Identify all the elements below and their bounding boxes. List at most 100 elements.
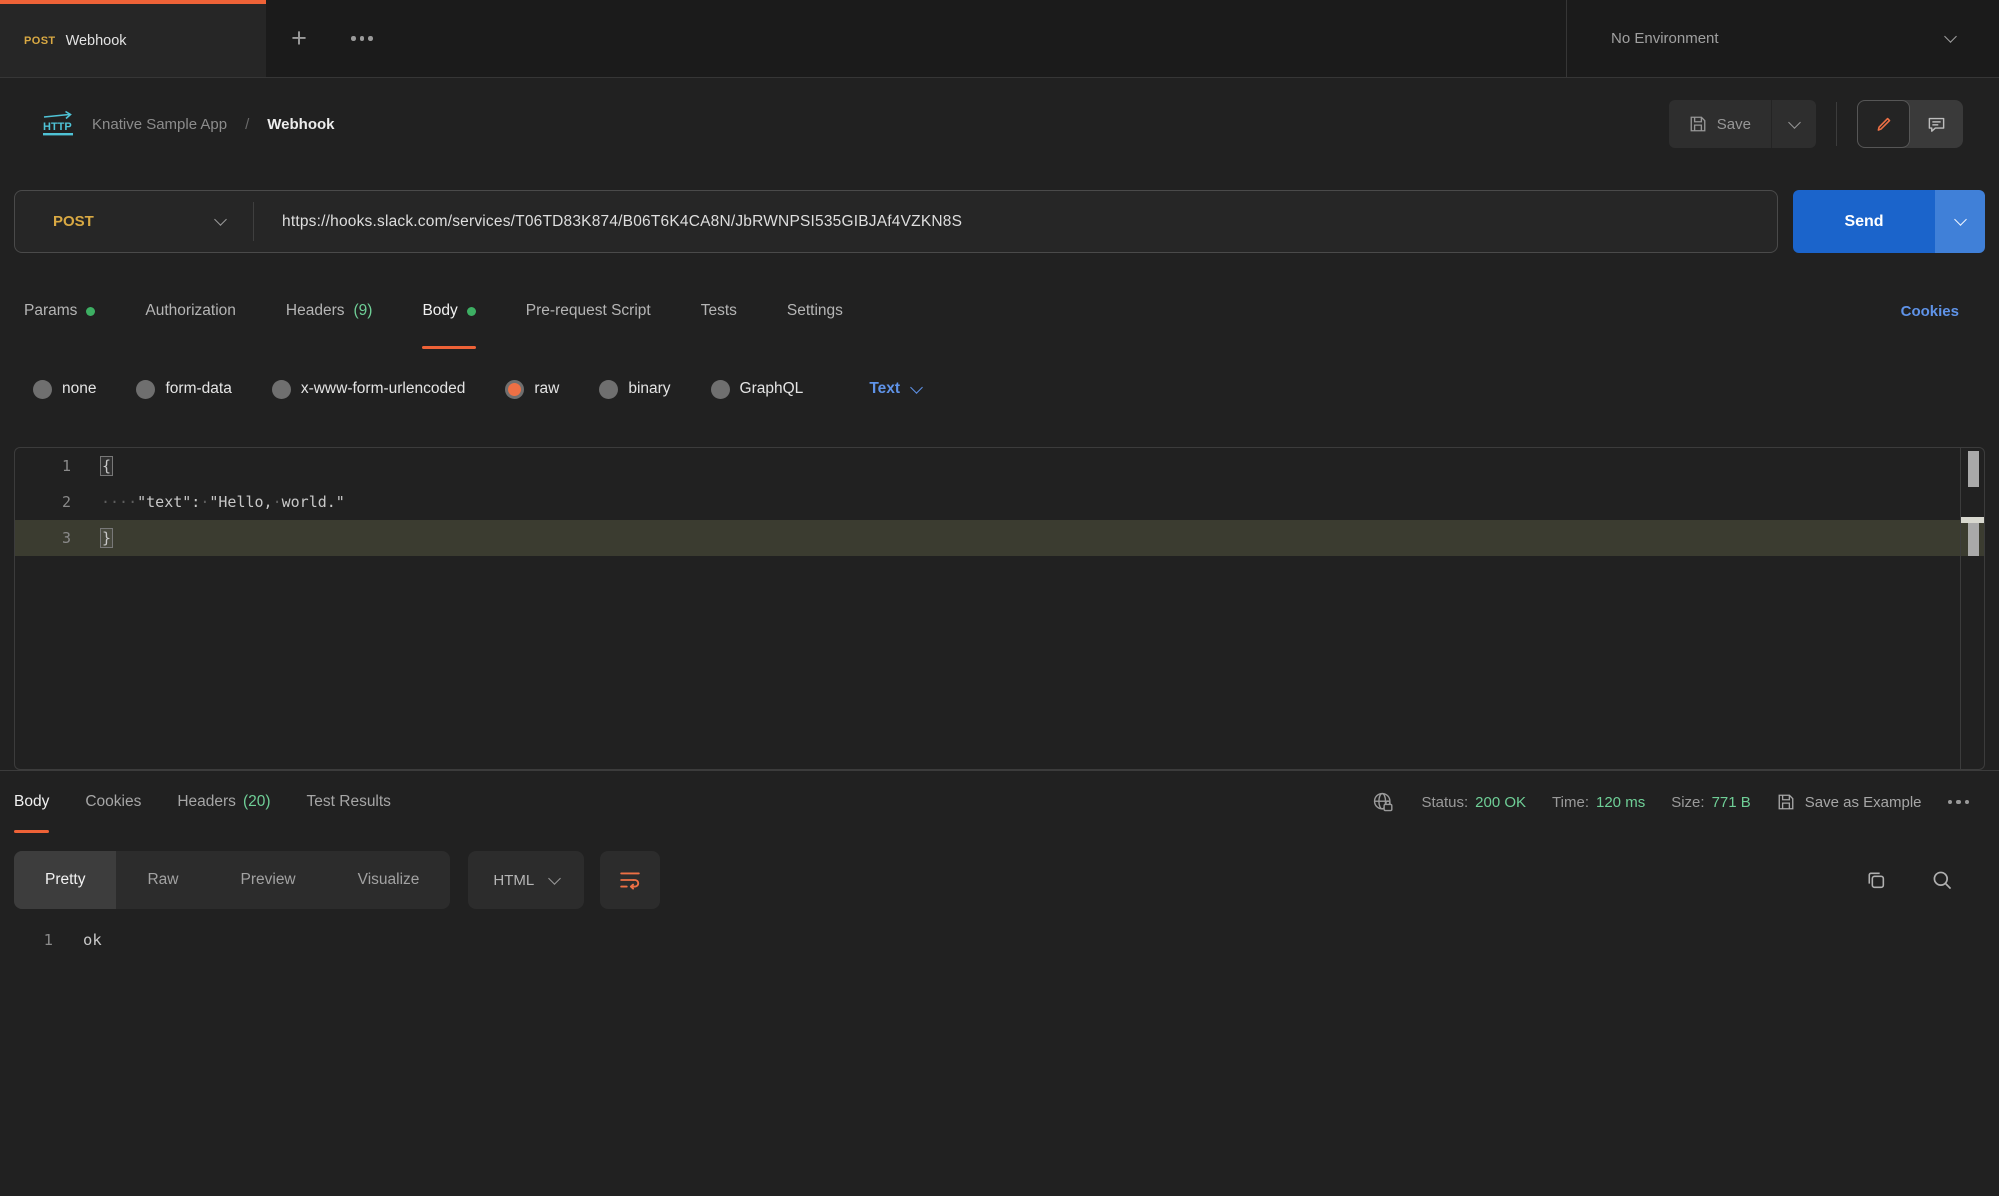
status-label: Status:: [1421, 794, 1468, 811]
tab-tests[interactable]: Tests: [701, 273, 737, 349]
view-preview[interactable]: Preview: [210, 851, 327, 909]
chevron-down-icon: [214, 213, 227, 226]
postman-app: POST Webhook + No Environment HTTP Knati…: [0, 0, 1999, 1196]
response-tab-headers[interactable]: Headers (20): [177, 771, 270, 833]
tab-prerequest-label: Pre-request Script: [526, 302, 651, 320]
line-number: 3: [15, 529, 71, 547]
floppy-disk-icon: [1777, 793, 1795, 811]
scrollbar-marker: [1968, 523, 1979, 556]
response-tab-headers-label: Headers: [177, 793, 236, 811]
radio-binary-label: binary: [628, 380, 670, 398]
chevron-down-icon: [1954, 213, 1967, 226]
tab-params-label: Params: [24, 302, 77, 320]
request-body-editor[interactable]: 1 { 2 ····"text":·"Hello,·world." 3 }: [14, 447, 1985, 770]
http-badge-icon: HTTP: [40, 110, 76, 138]
wrap-text-button[interactable]: [600, 851, 660, 909]
time-label: Time:: [1552, 794, 1589, 811]
response-tab-cookies[interactable]: Cookies: [85, 771, 141, 833]
edit-mode-button[interactable]: [1857, 100, 1910, 148]
response-body-text: ok: [83, 931, 102, 949]
radio-binary[interactable]: binary: [599, 380, 670, 399]
radio-graphql[interactable]: GraphQL: [711, 380, 804, 399]
view-pretty[interactable]: Pretty: [14, 851, 116, 909]
svg-text:HTTP: HTTP: [43, 121, 72, 133]
time-readout: Time: 120 ms: [1552, 794, 1645, 811]
response-tab-test-results[interactable]: Test Results: [307, 771, 391, 833]
radio-urlencoded[interactable]: x-www-form-urlencoded: [272, 380, 466, 399]
tab-method-badge: POST: [24, 35, 56, 47]
format-selector[interactable]: HTML: [468, 851, 584, 909]
save-as-example-button[interactable]: Save as Example: [1777, 793, 1922, 811]
response-body[interactable]: 1 ok: [0, 931, 1999, 949]
url-input[interactable]: https://hooks.slack.com/services/T06TD83…: [254, 213, 962, 231]
radio-raw[interactable]: raw: [505, 380, 559, 399]
radio-form-data-label: form-data: [165, 380, 231, 398]
tab-headers-label: Headers: [286, 302, 345, 320]
response-actions: [1865, 869, 1985, 891]
radio-graphql-label: GraphQL: [740, 380, 804, 398]
radio-none[interactable]: none: [33, 380, 96, 399]
tab-options-button[interactable]: [332, 0, 392, 77]
raw-language-label: Text: [869, 380, 900, 398]
scrollbar-thumb[interactable]: [1968, 451, 1979, 487]
tab-title: Webhook: [66, 33, 127, 49]
status-value: 200 OK: [1475, 794, 1526, 811]
response-meta: Status: 200 OK Time: 120 ms Size: 771 B: [1372, 791, 1969, 814]
copy-icon[interactable]: [1865, 869, 1887, 891]
radio-icon: [33, 380, 52, 399]
line-number: 1: [0, 931, 53, 949]
response-toolbar: Pretty Raw Preview Visualize HTML: [14, 851, 1985, 909]
mode-toggle-group: [1857, 100, 1963, 148]
request-header: HTTP Knative Sample App / Webhook Save: [0, 78, 1999, 170]
comment-icon: [1927, 115, 1946, 134]
response-header: Body Cookies Headers (20) Test Results: [0, 771, 1999, 833]
breadcrumb-request-name[interactable]: Webhook: [267, 116, 334, 133]
method-selector[interactable]: POST: [15, 213, 253, 230]
line-number: 1: [15, 457, 71, 475]
new-tab-button[interactable]: +: [266, 0, 332, 77]
cookies-link[interactable]: Cookies: [1901, 303, 1959, 320]
editor-line: 1 {: [15, 448, 1984, 484]
editor-scrollbar[interactable]: [1960, 448, 1984, 769]
comments-button[interactable]: [1910, 100, 1963, 148]
view-raw[interactable]: Raw: [116, 851, 209, 909]
response-tab-body[interactable]: Body: [14, 771, 49, 833]
header-actions: Save: [1669, 100, 1963, 148]
editor-line-current: 3 }: [15, 520, 1984, 556]
chevron-down-icon: [1944, 30, 1957, 43]
tab-settings-label: Settings: [787, 302, 843, 320]
green-dot-icon: [86, 307, 95, 316]
radio-form-data[interactable]: form-data: [136, 380, 231, 399]
tab-params[interactable]: Params: [24, 273, 95, 349]
floppy-disk-icon: [1689, 115, 1707, 133]
globe-lock-icon[interactable]: [1372, 791, 1395, 814]
response-tab-test-results-label: Test Results: [307, 793, 391, 811]
request-tab[interactable]: POST Webhook: [0, 0, 266, 77]
response-more-options-icon[interactable]: [1948, 800, 1970, 805]
breadcrumb-collection[interactable]: Knative Sample App: [92, 116, 227, 133]
view-visualize[interactable]: Visualize: [327, 851, 451, 909]
response-tab-body-label: Body: [14, 793, 49, 811]
send-options-button[interactable]: [1935, 190, 1985, 253]
search-icon[interactable]: [1931, 869, 1953, 891]
save-options-button[interactable]: [1771, 100, 1816, 148]
radio-none-label: none: [62, 380, 96, 398]
tab-prerequest-script[interactable]: Pre-request Script: [526, 273, 651, 349]
tab-headers[interactable]: Headers (9): [286, 273, 373, 349]
code-text: }: [101, 529, 112, 547]
tab-authorization[interactable]: Authorization: [145, 273, 235, 349]
request-tabs: Params Authorization Headers (9) Body Pr…: [0, 273, 1999, 349]
tab-settings[interactable]: Settings: [787, 273, 843, 349]
save-button[interactable]: Save: [1669, 100, 1771, 148]
raw-language-selector[interactable]: Text: [869, 380, 921, 398]
save-label: Save: [1717, 116, 1751, 133]
send-button[interactable]: Send: [1793, 190, 1935, 253]
radio-icon: [599, 380, 618, 399]
send-label: Send: [1844, 213, 1883, 231]
save-as-example-label: Save as Example: [1805, 794, 1922, 811]
environment-selector[interactable]: No Environment: [1566, 0, 1999, 77]
request-url-row: POST https://hooks.slack.com/services/T0…: [14, 190, 1985, 253]
view-switcher: Pretty Raw Preview Visualize: [14, 851, 450, 909]
tab-body[interactable]: Body: [422, 273, 475, 349]
code-text: ····"text":·"Hello,·world.": [101, 493, 345, 511]
